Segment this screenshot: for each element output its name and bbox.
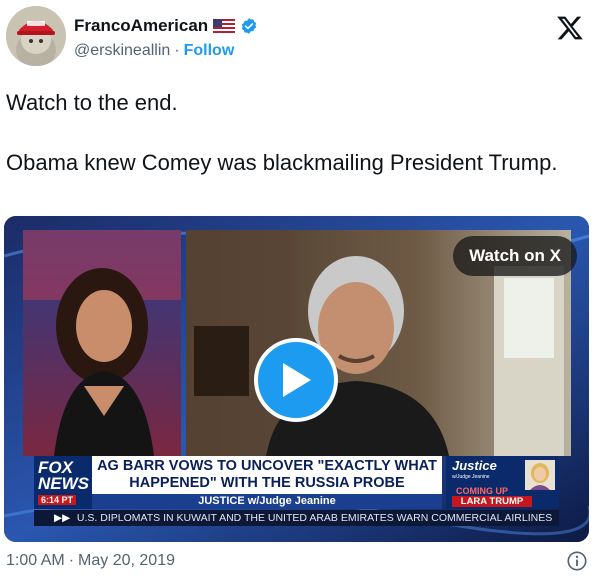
timestamp-separator: · bbox=[68, 552, 75, 569]
tweet-time: 1:00 AM bbox=[6, 552, 65, 569]
network-label: FOX NEWS bbox=[38, 458, 89, 493]
ticker-text: U.S. DIPLOMATS IN KUWAIT AND THE UNITED … bbox=[76, 512, 553, 524]
tweet-date: May 20, 2019 bbox=[78, 552, 175, 569]
chyron-headline: AG BARR VOWS TO UNCOVER "EXACTLY WHAT HA… bbox=[92, 456, 442, 494]
fox-news-logo: FOX NEWS 6:14 PT bbox=[34, 456, 92, 509]
us-flag-icon bbox=[213, 19, 236, 33]
broadcast-time: 6:14 PT bbox=[38, 495, 77, 505]
chyron-show-name: JUSTICE w/Judge Jeanine bbox=[92, 494, 442, 509]
handle[interactable]: @erskineallin bbox=[74, 42, 170, 60]
ticker-arrows: ▶▶ bbox=[54, 512, 71, 524]
display-name[interactable]: FrancoAmerican bbox=[74, 16, 208, 36]
timestamp[interactable]: 1:00 AM · May 20, 2019 bbox=[6, 552, 175, 570]
handle-row: @erskineallin · Follow bbox=[74, 42, 258, 60]
follow-button[interactable]: Follow bbox=[184, 42, 235, 60]
watch-on-x-button[interactable]: Watch on X bbox=[453, 236, 577, 276]
coming-up-label: COMING UP bbox=[456, 486, 509, 496]
news-chyron: FOX NEWS 6:14 PT AG BARR VOWS TO UNCOVER… bbox=[34, 456, 559, 510]
tweet-header: FrancoAmerican @erskineallin · Follow bbox=[6, 6, 590, 76]
show-side-title: Justice bbox=[452, 458, 497, 473]
coming-up-name: LARA TRUMP bbox=[452, 496, 532, 507]
verified-badge-icon bbox=[240, 17, 258, 35]
x-logo-icon[interactable] bbox=[556, 14, 584, 42]
show-side-panel: Justice w/Judge Jeanine COMING UP LARA T… bbox=[446, 456, 559, 509]
author-info: FrancoAmerican @erskineallin · Follow bbox=[74, 14, 258, 60]
play-icon[interactable] bbox=[254, 338, 338, 422]
show-side-subtitle: w/Judge Jeanine bbox=[452, 474, 490, 480]
news-ticker: ▶▶ U.S. DIPLOMATS IN KUWAIT AND THE UNIT… bbox=[34, 510, 559, 526]
name-row: FrancoAmerican bbox=[74, 14, 258, 38]
separator: · bbox=[174, 42, 180, 59]
info-icon[interactable] bbox=[566, 550, 588, 572]
guest-thumbnail bbox=[525, 460, 555, 490]
avatar[interactable] bbox=[6, 6, 66, 66]
tweet-text: Watch to the end. Obama knew Comey was b… bbox=[6, 90, 558, 175]
video-player[interactable]: Watch on X FOX NEWS 6:14 PT AG BARR VOWS… bbox=[4, 216, 589, 542]
